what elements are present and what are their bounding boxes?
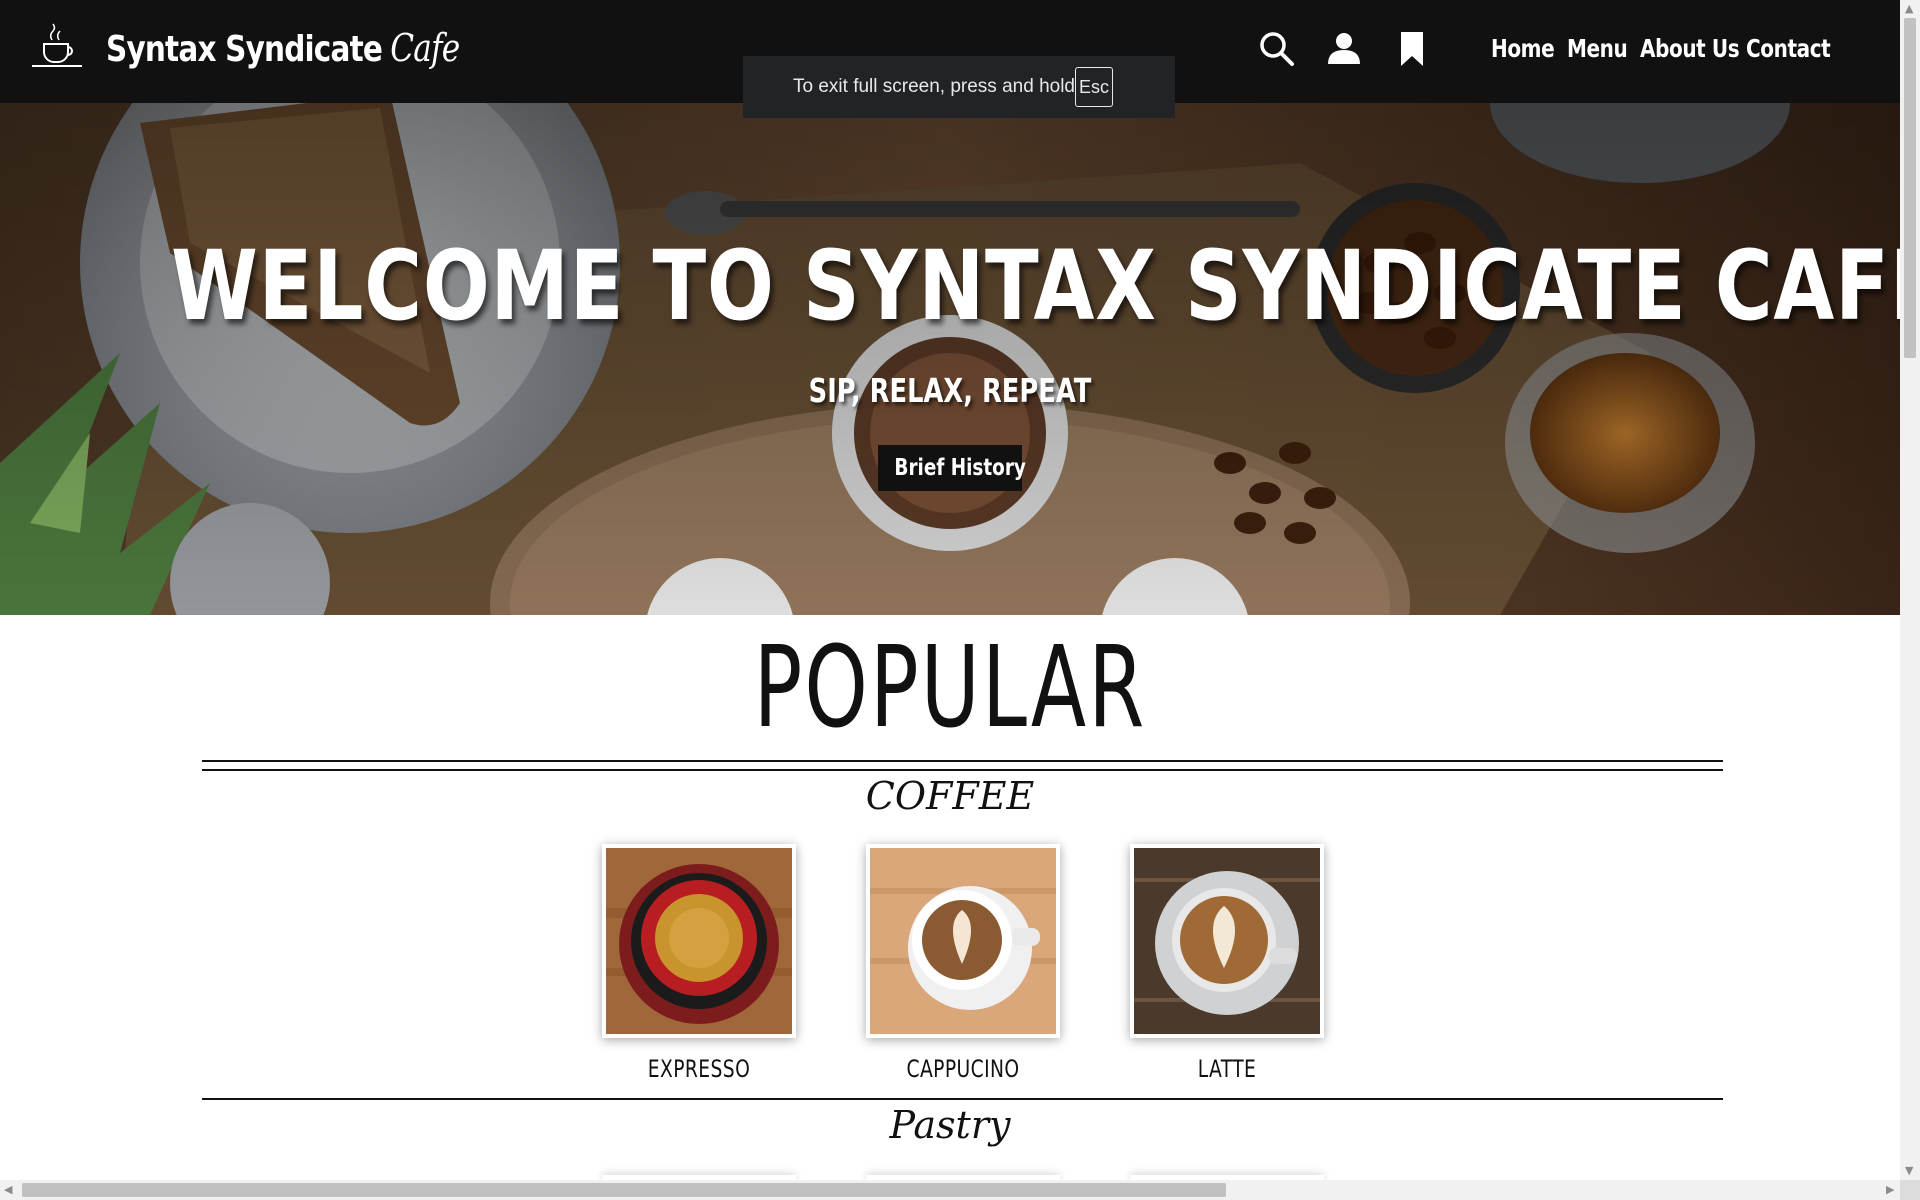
esc-key-badge: Esc <box>1075 67 1113 107</box>
cafe-logo-icon[interactable] <box>26 20 88 72</box>
nav-about-us[interactable]: About Us <box>1640 34 1740 63</box>
coffee-label-latte: LATTE <box>1197 1055 1257 1083</box>
coffee-section-title: COFFEE <box>865 774 1035 818</box>
fullscreen-exit-message: To exit full screen, press and hold <box>793 76 1075 97</box>
nav-contact[interactable]: Contact <box>1746 34 1831 63</box>
nav-home[interactable]: Home <box>1491 34 1555 63</box>
pastry-section-title: Pastry <box>889 1103 1011 1147</box>
search-icon[interactable] <box>1258 30 1296 68</box>
nav-menu[interactable]: Menu <box>1567 34 1628 63</box>
horizontal-scroll-thumb[interactable] <box>22 1183 1226 1197</box>
divider-top-1 <box>202 760 1723 762</box>
divider-pastry <box>202 1098 1723 1100</box>
popular-heading: POPULAR <box>753 623 1147 753</box>
bookmark-icon[interactable] <box>1393 30 1431 68</box>
latte-image <box>1134 848 1320 1034</box>
hero-subtitle: SIP, RELAX, REPEAT <box>808 371 1092 410</box>
user-icon[interactable] <box>1325 30 1363 68</box>
brand-text: Syntax Syndicate <box>106 29 383 70</box>
scroll-right-arrow-icon[interactable]: ▶ <box>1886 1183 1894 1196</box>
coffee-card-cappucino[interactable] <box>866 844 1060 1038</box>
vertical-scroll-thumb[interactable] <box>1904 18 1916 358</box>
coffee-card-latte[interactable] <box>1130 844 1324 1038</box>
scroll-left-arrow-icon[interactable]: ◀ <box>4 1183 12 1196</box>
coffee-card-expresso[interactable] <box>602 844 796 1038</box>
cappucino-image <box>870 848 1056 1034</box>
hero-background-image <box>0 103 1900 615</box>
scroll-down-arrow-icon[interactable]: ▼ <box>1905 1164 1913 1177</box>
divider-top-2 <box>202 769 1723 771</box>
brand-script-text: Cafe <box>390 26 460 70</box>
brief-history-label: Brief History <box>894 455 1026 481</box>
hero-title: WELCOME TO SYNTAX SYNDICATE CAFE <box>171 230 1900 342</box>
coffee-label-cappucino: CAPPUCINO <box>906 1055 1020 1083</box>
expresso-image <box>606 848 792 1034</box>
fullscreen-exit-notice: To exit full screen, press and hold Esc <box>743 56 1175 118</box>
coffee-label-expresso: EXPRESSO <box>647 1055 751 1083</box>
brand-name[interactable]: Syntax Syndicate Cafe <box>106 26 460 70</box>
scroll-up-arrow-icon[interactable]: ▲ <box>1905 2 1913 15</box>
brief-history-button[interactable]: Brief History <box>878 445 1026 491</box>
scrollbar-corner <box>1900 1180 1920 1200</box>
hero-banner: WELCOME TO SYNTAX SYNDICATE CAFE SIP, RE… <box>0 103 1900 615</box>
